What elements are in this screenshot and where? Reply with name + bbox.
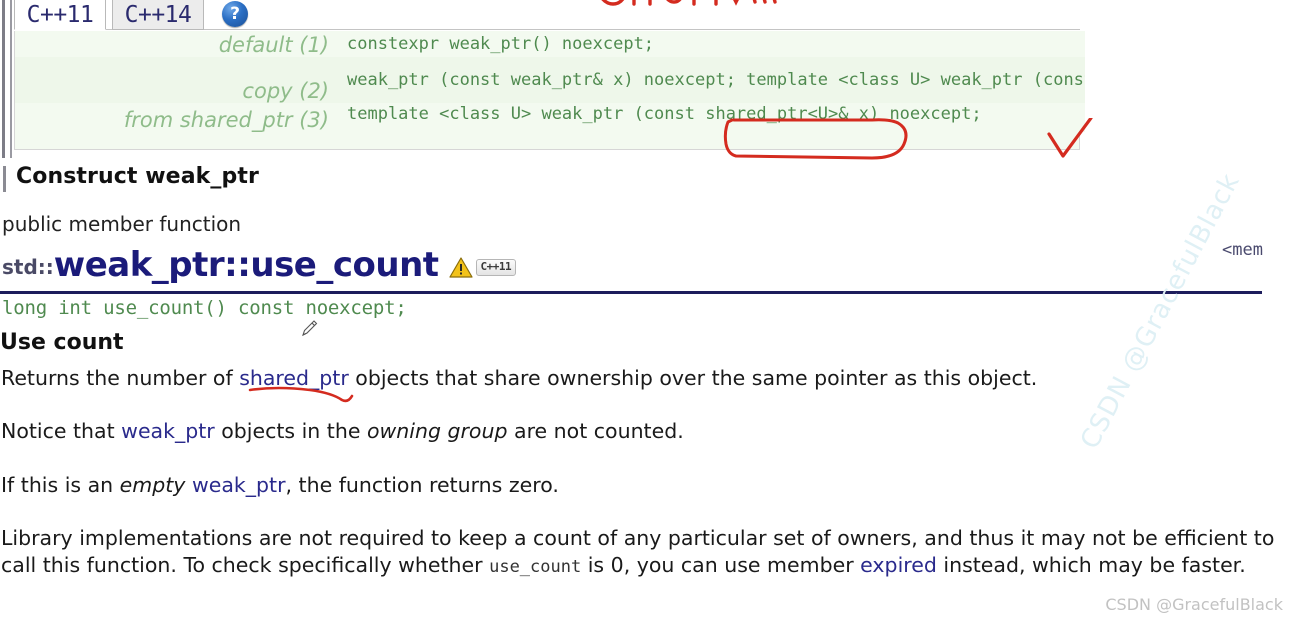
tab-cpp11-label: C++11 — [26, 1, 94, 28]
paragraph-empty-before: If this is an — [1, 473, 120, 497]
credit-watermark: CSDN @GracefulBlack — [1105, 595, 1283, 614]
empty-emphasis: empty — [119, 473, 186, 497]
help-icon[interactable]: ? — [222, 1, 248, 27]
signature-code-default: constexpr weak_ptr() noexcept; — [347, 33, 655, 54]
signature-label-copy: copy (2) — [242, 78, 329, 103]
paragraph-library-impl: Library implementations are not required… — [1, 525, 1299, 581]
signature-label-from-shared-ptr: from shared_ptr (3) — [123, 107, 329, 132]
page-left-rail-outer — [2, 0, 5, 158]
paragraph-library-part4: instead, which may be faster. — [936, 553, 1246, 577]
title-horizontal-rule — [0, 291, 1262, 294]
signature-label-cell: default (1) — [15, 31, 345, 57]
weak-ptr-link[interactable]: weak_ptr — [192, 473, 286, 497]
paragraph-notice: Notice that weak_ptr objects in the owni… — [1, 418, 684, 445]
paragraph-empty: If this is an empty weak_ptr, the functi… — [1, 472, 559, 499]
paragraph-notice-before: Notice that — [1, 419, 122, 443]
signature-code-copy: weak_ptr (const weak_ptr& x) noexcept; t… — [347, 69, 1085, 90]
signature-code-cell: constexpr weak_ptr() noexcept; — [345, 31, 1085, 57]
paragraph-returns-text-after: objects that share ownership over the sa… — [348, 366, 1038, 390]
paragraph-notice-after: are not counted. — [507, 419, 684, 443]
tab-cpp14[interactable]: C++14 — [112, 0, 204, 30]
constructor-signature-table: default (1) constexpr weak_ptr() noexcep… — [14, 31, 1085, 150]
zero-literal: 0 — [610, 553, 624, 577]
shared-ptr-link[interactable]: shared_ptr — [239, 366, 349, 390]
cpp11-standard-badge: C++11 — [475, 259, 517, 276]
signature-code-from-shared-ptr: template <class U> weak_ptr (const share… — [347, 104, 982, 124]
owning-group-emphasis: owning group — [366, 419, 508, 443]
signature-code-cell: template <class U> weak_ptr (const share… — [345, 103, 1085, 132]
header-include-link[interactable]: <mem — [1222, 240, 1263, 260]
constructor-reference-panel: C++11 C++14 ? default (1) constexpr weak… — [0, 0, 1085, 158]
page-left-rail-inner — [10, 0, 12, 158]
paragraph-empty-after: , the function returns zero. — [285, 473, 559, 497]
paragraph-returns-text-before: Returns the number of — [1, 366, 240, 390]
standard-version-tabstrip: C++11 C++14 ? — [14, 0, 1080, 30]
use-count-mono-ref: use_count — [489, 557, 582, 577]
construct-section-bar: Construct weak_ptr — [0, 164, 420, 192]
warning-triangle-icon — [448, 257, 473, 278]
page-title-name: weak_ptr::use_count — [53, 245, 439, 285]
paragraph-returns: Returns the number of shared_ptr objects… — [1, 365, 1037, 392]
tab-cpp14-label: C++14 — [124, 1, 192, 28]
paragraph-library-part2: is — [581, 553, 611, 577]
function-prototype: long int use_count() const noexcept; — [2, 297, 407, 319]
paragraph-notice-middle: objects in the — [214, 419, 367, 443]
member-kind-label: public member function — [2, 212, 242, 236]
tab-cpp11[interactable]: C++11 — [14, 0, 106, 30]
signature-label-cell: copy (2) — [15, 57, 345, 103]
page-title-namespace: std:: — [2, 255, 54, 279]
signature-label-default: default (1) — [218, 32, 329, 57]
pencil-icon[interactable] — [298, 318, 320, 340]
use-count-heading: Use count — [0, 330, 124, 355]
diagonal-watermark: CSDN @GracefulBlack — [1075, 168, 1246, 455]
signature-code-cell: weak_ptr (const weak_ptr& x) noexcept; t… — [345, 57, 1085, 103]
paragraph-library-part3: , you can use member — [623, 553, 861, 577]
help-icon-glyph: ? — [230, 4, 240, 24]
expired-link[interactable]: expired — [860, 553, 937, 577]
signature-label-cell: from shared_ptr (3) — [15, 103, 345, 132]
construct-section-accent — [3, 166, 6, 192]
weak-ptr-link[interactable]: weak_ptr — [121, 419, 215, 443]
construct-section-title: Construct weak_ptr — [16, 164, 259, 189]
page-title: std:: weak_ptr::use_count C++11 — [2, 240, 517, 285]
